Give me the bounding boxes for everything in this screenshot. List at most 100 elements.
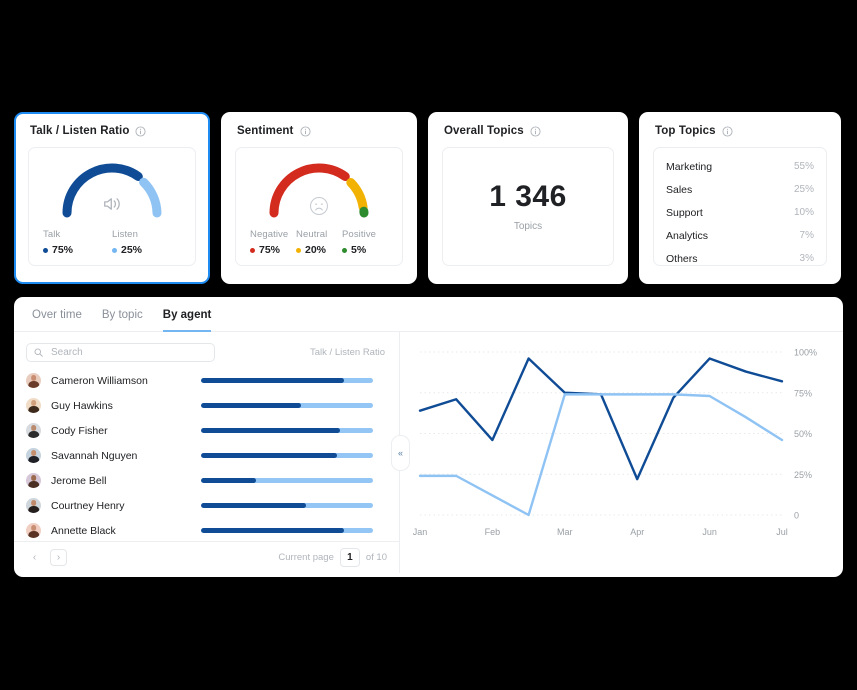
agent-row[interactable]: Guy Hawkins xyxy=(26,393,387,418)
legend-label: Positive xyxy=(342,229,377,240)
overall-topics-panel: 1 346 Topics xyxy=(442,147,614,266)
total-pages-label: of 10 xyxy=(365,552,387,563)
agent-list-header: Talk / Listen Ratio xyxy=(26,343,387,362)
legend-value-row: 20% xyxy=(296,244,342,256)
card-title: Sentiment xyxy=(237,125,294,137)
talk-bar-fill xyxy=(201,453,337,458)
legend-label: Talk xyxy=(43,229,61,240)
card-title: Top Topics xyxy=(655,125,716,137)
talk-listen-gauge xyxy=(39,156,185,222)
card-talk-listen-ratio[interactable]: Talk / Listen Ratio Talk 75% Listen 25% xyxy=(14,112,210,284)
top-topic-name: Support xyxy=(666,206,703,219)
search-input[interactable] xyxy=(49,346,207,359)
x-axis-tick-label: Jun xyxy=(702,527,717,537)
next-page-button[interactable]: › xyxy=(50,549,67,566)
talk-bar-fill xyxy=(201,528,344,533)
agent-row[interactable]: Annette Black xyxy=(26,518,387,543)
x-axis-tick-label: Jan xyxy=(413,527,428,537)
search-icon xyxy=(34,344,43,362)
avatar xyxy=(26,448,41,463)
legend-value: 5% xyxy=(351,244,367,256)
chevron-double-left-icon[interactable]: « xyxy=(391,434,410,471)
legend-value-row: 5% xyxy=(342,244,388,256)
top-topics-list: Marketing 55% Sales 25% Support 10% Analytics 7… xyxy=(653,147,827,266)
agent-row[interactable]: Jerome Bell xyxy=(26,468,387,493)
x-axis-tick-label: Jul xyxy=(776,527,788,537)
agent-row[interactable]: Cody Fisher xyxy=(26,418,387,443)
legend-label: Negative xyxy=(250,229,289,240)
agent-name: Jerome Bell xyxy=(51,474,107,487)
x-axis-tick-label: Apr xyxy=(630,527,644,537)
talk-listen-bar xyxy=(201,478,373,483)
legend-dot xyxy=(296,247,301,253)
card-header: Top Topics xyxy=(655,125,827,137)
sentiment-gauge xyxy=(246,156,392,222)
talk-bar-fill xyxy=(201,428,341,433)
talk-listen-bar xyxy=(201,428,373,433)
agent-name: Courtney Henry xyxy=(51,499,125,512)
prev-page-button[interactable]: ‹ xyxy=(26,549,43,566)
legend-item-positive: Positive 5% xyxy=(342,229,388,256)
tab-by-topic[interactable]: By topic xyxy=(102,309,143,332)
agent-name: Cameron Williamson xyxy=(51,374,148,387)
agent-row[interactable]: Courtney Henry xyxy=(26,493,387,518)
agent-name: Cody Fisher xyxy=(51,424,108,437)
info-icon[interactable] xyxy=(530,125,541,137)
legend-value: 20% xyxy=(305,244,327,256)
avatar xyxy=(26,423,41,438)
talk-bar-fill xyxy=(201,378,344,383)
info-icon[interactable] xyxy=(722,125,733,137)
agent-list-pane: Talk / Listen Ratio Cameron Williamson Gu… xyxy=(14,332,400,573)
card-header: Sentiment xyxy=(237,125,403,137)
pagination-right: Current page 1 of 10 xyxy=(278,548,387,567)
legend-item-talk: Talk 75% xyxy=(43,229,112,256)
top-topic-value: 7% xyxy=(799,230,814,241)
agent-rows: Cameron Williamson Guy Hawkins Cody Fisher… xyxy=(26,368,387,543)
top-topic-name: Others xyxy=(666,252,698,265)
legend-item-listen: Listen 25% xyxy=(112,229,181,256)
y-axis-tick-label: 100% xyxy=(794,348,817,358)
legend-value: 25% xyxy=(121,244,143,256)
legend-value-row: 75% xyxy=(250,244,296,256)
kpi-card-row: Talk / Listen Ratio Talk 75% Listen 25% … xyxy=(14,112,843,284)
top-topic-row[interactable]: Marketing 55% xyxy=(666,155,814,178)
tab-by-agent[interactable]: By agent xyxy=(162,309,212,332)
agent-name: Guy Hawkins xyxy=(51,399,113,412)
overall-topics-value: 1 346 xyxy=(489,179,567,213)
avatar xyxy=(26,373,41,388)
card-top-topics[interactable]: Top Topics Marketing 55% Sales 25% Support 10… xyxy=(639,112,841,284)
current-page-label: Current page xyxy=(278,552,334,563)
avatar xyxy=(26,473,41,488)
sentiment-legend: Negative 75% Neutral 20% Positive 5% xyxy=(246,229,392,256)
pagination-bar: ‹ › Current page 1 of 10 xyxy=(14,541,399,573)
current-page-input[interactable]: 1 xyxy=(339,548,360,567)
legend-value-row: 25% xyxy=(112,244,181,256)
card-header: Overall Topics xyxy=(444,125,614,137)
panel-body: Talk / Listen Ratio Cameron Williamson Gu… xyxy=(14,332,843,573)
search-box[interactable] xyxy=(26,343,215,362)
top-topic-row[interactable]: Support 10% xyxy=(666,201,814,224)
top-topic-value: 55% xyxy=(793,161,814,172)
y-axis-tick-label: 25% xyxy=(794,470,812,480)
tab-over-time[interactable]: Over time xyxy=(32,309,82,332)
agent-row[interactable]: Cameron Williamson xyxy=(26,368,387,393)
top-topic-row[interactable]: Others 3% xyxy=(666,247,814,270)
info-icon[interactable] xyxy=(299,125,311,137)
top-topic-name: Marketing xyxy=(666,160,713,173)
talk-listen-legend: Talk 75% Listen 25% xyxy=(39,229,185,256)
agent-row[interactable]: Savannah Nguyen xyxy=(26,443,387,468)
top-topic-row[interactable]: Analytics 7% xyxy=(666,224,814,247)
talk-listen-column-header: Talk / Listen Ratio xyxy=(310,347,385,358)
top-topic-row[interactable]: Sales 25% xyxy=(666,178,814,201)
card-title: Overall Topics xyxy=(444,125,524,137)
card-overall-topics[interactable]: Overall Topics 1 346 Topics xyxy=(428,112,628,284)
legend-label: Neutral xyxy=(296,229,328,240)
talk-bar-fill xyxy=(201,503,306,508)
info-icon[interactable] xyxy=(135,125,147,137)
agent-name: Savannah Nguyen xyxy=(51,449,138,462)
analytics-panel: Over time By topic By agent Talk / Listen … xyxy=(14,297,843,577)
talk-bar-fill xyxy=(201,403,301,408)
talk-listen-bar xyxy=(201,453,373,458)
legend-value: 75% xyxy=(259,244,281,256)
card-sentiment[interactable]: Sentiment Negative 75% Neutral 20% Posit… xyxy=(221,112,417,284)
